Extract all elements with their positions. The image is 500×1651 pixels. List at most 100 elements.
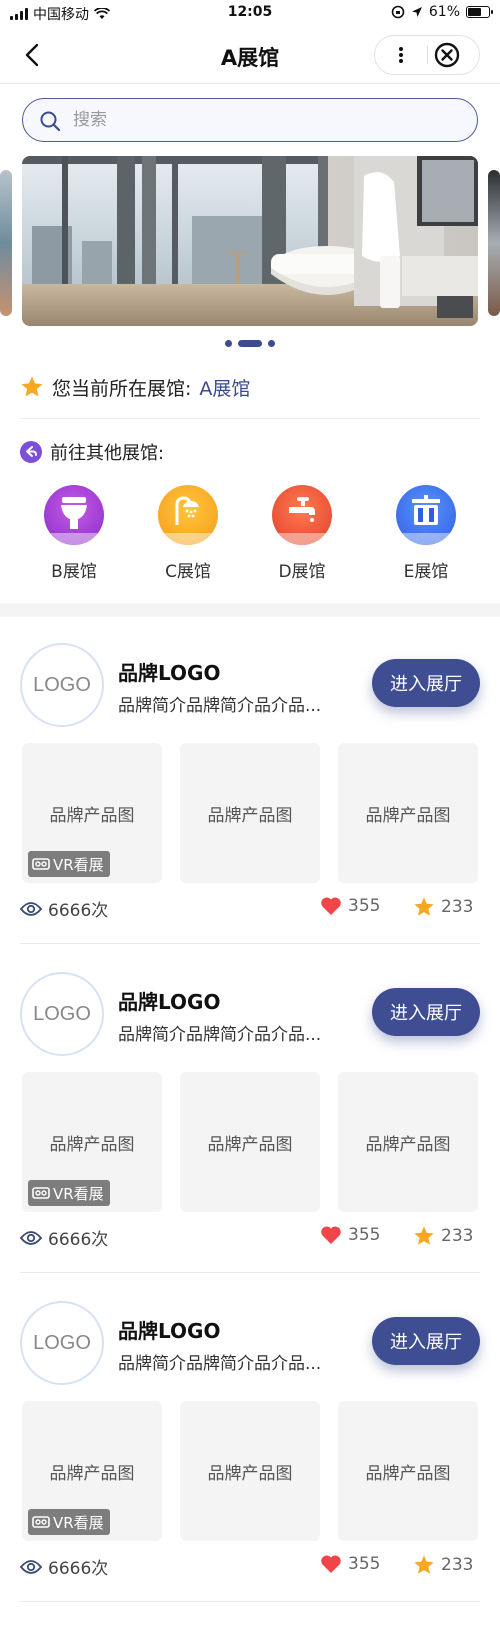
banner-image[interactable] [22, 156, 478, 326]
hall-name: E展馆 [403, 562, 449, 582]
banner-prev-slide[interactable] [0, 170, 12, 316]
banner-carousel[interactable] [0, 152, 500, 347]
more-button[interactable] [375, 36, 427, 74]
view-count-value: 6666次 [48, 901, 109, 921]
product-image[interactable]: 品牌产品图 [338, 1072, 478, 1212]
divider [20, 418, 480, 419]
other-halls-label: 前往其他展馆: [50, 443, 165, 464]
battery-percent: 61% [428, 4, 460, 20]
favorite-count[interactable]: 233 [413, 1225, 473, 1247]
product-image[interactable]: 品牌产品图 VR看展 [22, 743, 162, 883]
brand-description: 品牌简介品牌简介品介品... [118, 696, 322, 716]
enter-hall-button[interactable]: 进入展厅 [372, 659, 480, 707]
close-icon[interactable] [433, 41, 461, 69]
product-image[interactable]: 品牌产品图 [338, 1401, 478, 1541]
brand-card[interactable]: LOGO 品牌LOGO 品牌简介品牌简介品介品... 进入展厅 品牌产品图 VR… [0, 617, 500, 947]
other-halls-header: 前往其他展馆: [20, 437, 164, 467]
product-image[interactable]: 品牌产品图 VR看展 [22, 1072, 162, 1212]
location-icon [411, 7, 422, 17]
search-bar[interactable] [22, 98, 478, 142]
like-count-value: 355 [348, 1225, 381, 1245]
product-gallery: 品牌产品图 VR看展 品牌产品图 品牌产品图 [22, 1072, 478, 1212]
card-divider [20, 1272, 480, 1273]
enter-hall-button[interactable]: 进入展厅 [372, 988, 480, 1036]
current-hall-value: A展馆 [199, 377, 251, 400]
view-count-value: 6666次 [48, 1559, 109, 1579]
like-count[interactable]: 355 [320, 1554, 380, 1574]
cabinet-icon [396, 485, 456, 545]
heart-icon [321, 1555, 341, 1573]
section-gap [0, 603, 500, 617]
heart-icon [321, 897, 341, 915]
search-icon [40, 111, 61, 132]
heart-icon [321, 1226, 341, 1244]
hall-item-c[interactable]: C展馆 [138, 485, 238, 582]
vr-goggles-icon [32, 858, 50, 870]
brand-stats: 6666次 355 233 [20, 1552, 480, 1582]
star-icon [414, 1226, 434, 1245]
capsule-divider [427, 46, 428, 64]
view-count: 6666次 [20, 896, 108, 921]
hall-item-d[interactable]: D展馆 [252, 485, 352, 582]
vr-badge[interactable]: VR看展 [28, 1180, 110, 1206]
shower-icon [158, 485, 218, 545]
vr-badge[interactable]: VR看展 [28, 851, 110, 877]
like-count[interactable]: 355 [320, 896, 380, 916]
product-image[interactable]: 品牌产品图 [180, 743, 320, 883]
view-count: 6666次 [20, 1225, 108, 1250]
hall-name: C展馆 [165, 562, 211, 582]
star-icon [414, 897, 434, 916]
card-divider [20, 1601, 480, 1602]
brand-name: 品牌LOGO [118, 661, 221, 685]
brand-card[interactable]: LOGO 品牌LOGO 品牌简介品牌简介品介品... 进入展厅 品牌产品图 VR… [0, 946, 500, 1276]
favorite-count-value: 233 [441, 897, 474, 917]
product-image[interactable]: 品牌产品图 [180, 1401, 320, 1541]
search-input[interactable] [73, 107, 453, 133]
vr-goggles-icon [32, 1187, 50, 1199]
product-image[interactable]: 品牌产品图 [180, 1072, 320, 1212]
hall-item-b[interactable]: B展馆 [24, 485, 124, 582]
vr-badge[interactable]: VR看展 [28, 1509, 110, 1535]
view-count: 6666次 [20, 1554, 108, 1579]
brand-logo: LOGO [20, 972, 104, 1056]
product-label: 品牌产品图 [207, 806, 293, 826]
like-count-value: 355 [348, 896, 381, 916]
carousel-dot[interactable] [268, 340, 275, 347]
carousel-dot[interactable] [238, 340, 262, 347]
hall-name: B展馆 [51, 562, 97, 582]
more-dots-icon [399, 45, 403, 65]
eye-icon [20, 1559, 42, 1574]
card-divider [20, 943, 480, 944]
product-label: 品牌产品图 [49, 1464, 135, 1484]
product-label: 品牌产品图 [365, 1464, 451, 1484]
like-count[interactable]: 355 [320, 1225, 380, 1245]
brand-name: 品牌LOGO [118, 1319, 221, 1343]
rotation-lock-icon [391, 5, 405, 19]
product-label: 品牌产品图 [365, 1135, 451, 1155]
battery-icon [466, 6, 493, 18]
product-image[interactable]: 品牌产品图 VR看展 [22, 1401, 162, 1541]
brand-description: 品牌简介品牌简介品介品... [118, 1354, 322, 1374]
like-count-value: 355 [348, 1554, 381, 1574]
brand-description: 品牌简介品牌简介品介品... [118, 1025, 322, 1045]
product-image[interactable]: 品牌产品图 [338, 743, 478, 883]
enter-hall-button[interactable]: 进入展厅 [372, 1317, 480, 1365]
brand-name: 品牌LOGO [118, 990, 221, 1014]
favorite-count[interactable]: 233 [413, 896, 473, 918]
hall-item-e[interactable]: E展馆 [376, 485, 476, 582]
bathroom-photo [22, 156, 478, 326]
banner-next-slide[interactable] [488, 170, 500, 316]
vr-label: VR看展 [53, 855, 104, 874]
favorite-count[interactable]: 233 [413, 1554, 473, 1576]
brand-logo: LOGO [20, 1301, 104, 1385]
star-icon [414, 1555, 434, 1574]
carousel-dot[interactable] [225, 340, 232, 347]
faucet-icon [272, 485, 332, 545]
vr-label: VR看展 [53, 1184, 104, 1203]
brand-stats: 6666次 355 233 [20, 894, 480, 924]
brand-stats: 6666次 355 233 [20, 1223, 480, 1253]
brand-card[interactable]: LOGO 品牌LOGO 品牌简介品牌简介品介品... 进入展厅 品牌产品图 VR… [0, 1275, 500, 1605]
eye-icon [20, 1230, 42, 1245]
eye-icon [20, 901, 42, 916]
hall-name: D展馆 [278, 562, 326, 582]
